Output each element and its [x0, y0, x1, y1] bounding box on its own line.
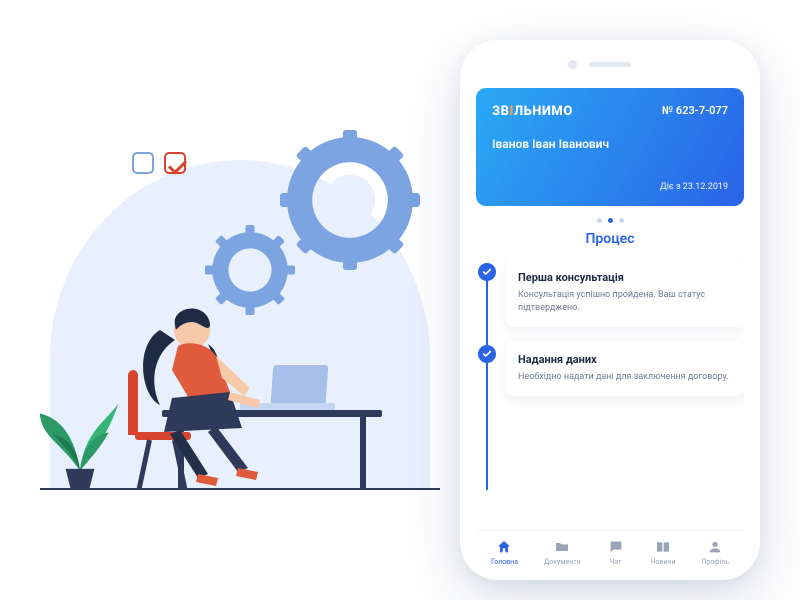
brand-text: ЛЬНИМО — [514, 104, 573, 119]
tab-label: Новини — [650, 558, 675, 566]
step-desc: Необхідно надати дані для заключення дог… — [518, 371, 732, 384]
chat-icon — [607, 539, 625, 555]
step-card[interactable]: Надання даних Необхідно надати дані для … — [506, 341, 744, 396]
phone-camera — [568, 60, 577, 69]
checklist-icon — [132, 152, 186, 174]
step-title: Надання даних — [518, 353, 732, 366]
tab-label: Чат — [610, 558, 622, 566]
tab-label: Документи — [544, 558, 581, 566]
tab-documents[interactable]: Документи — [544, 539, 581, 566]
step-check-icon — [478, 263, 496, 281]
tab-profile[interactable]: Профіль — [701, 539, 729, 566]
process-timeline: Перша консультація Консультація успішно … — [476, 259, 744, 530]
brand-text: ЗВ — [492, 104, 509, 119]
profile-icon — [706, 539, 724, 555]
folder-icon — [553, 539, 571, 555]
hero-illustration — [0, 0, 460, 600]
step-check-icon — [478, 345, 496, 363]
card-valid-from: Діє з 23.12.2019 — [660, 182, 728, 192]
section-title: Процес — [476, 231, 744, 247]
news-icon — [654, 539, 672, 555]
gear-icon — [280, 130, 420, 270]
process-step[interactable]: Надання даних Необхідно надати дані для … — [476, 341, 744, 396]
desk-leg — [360, 417, 366, 489]
tab-label: Профіль — [701, 558, 729, 566]
carousel-dot[interactable] — [608, 218, 613, 223]
tab-label: Головна — [491, 558, 518, 566]
bottom-tabbar: Головна Документи Чат Новини Профіль — [476, 530, 744, 568]
carousel-dot[interactable] — [619, 218, 624, 223]
process-step[interactable]: Перша консультація Консультація успішно … — [476, 259, 744, 327]
checkbox-checked-icon — [164, 152, 186, 174]
step-card[interactable]: Перша консультація Консультація успішно … — [506, 259, 744, 327]
phone-mockup: ЗВІЛЬНИМО № 623-7-077 Іванов Іван Іванов… — [460, 40, 760, 580]
checkbox-empty-icon — [132, 152, 154, 174]
tab-news[interactable]: Новини — [650, 539, 675, 566]
case-number: № 623-7-077 — [662, 104, 728, 117]
person-illustration — [130, 300, 310, 490]
home-icon — [495, 539, 513, 555]
tab-home[interactable]: Головна — [491, 539, 518, 566]
phone-speaker — [589, 62, 631, 67]
card-holder-name: Іванов Іван Іванович — [492, 137, 728, 151]
step-title: Перша консультація — [518, 271, 732, 284]
step-desc: Консультація успішно пройдена. Ваш стату… — [518, 289, 732, 315]
plant-icon — [30, 375, 130, 490]
carousel-dot[interactable] — [597, 218, 602, 223]
membership-card[interactable]: ЗВІЛЬНИМО № 623-7-077 Іванов Іван Іванов… — [476, 88, 744, 206]
carousel-dots[interactable] — [476, 218, 744, 223]
tab-chat[interactable]: Чат — [607, 539, 625, 566]
